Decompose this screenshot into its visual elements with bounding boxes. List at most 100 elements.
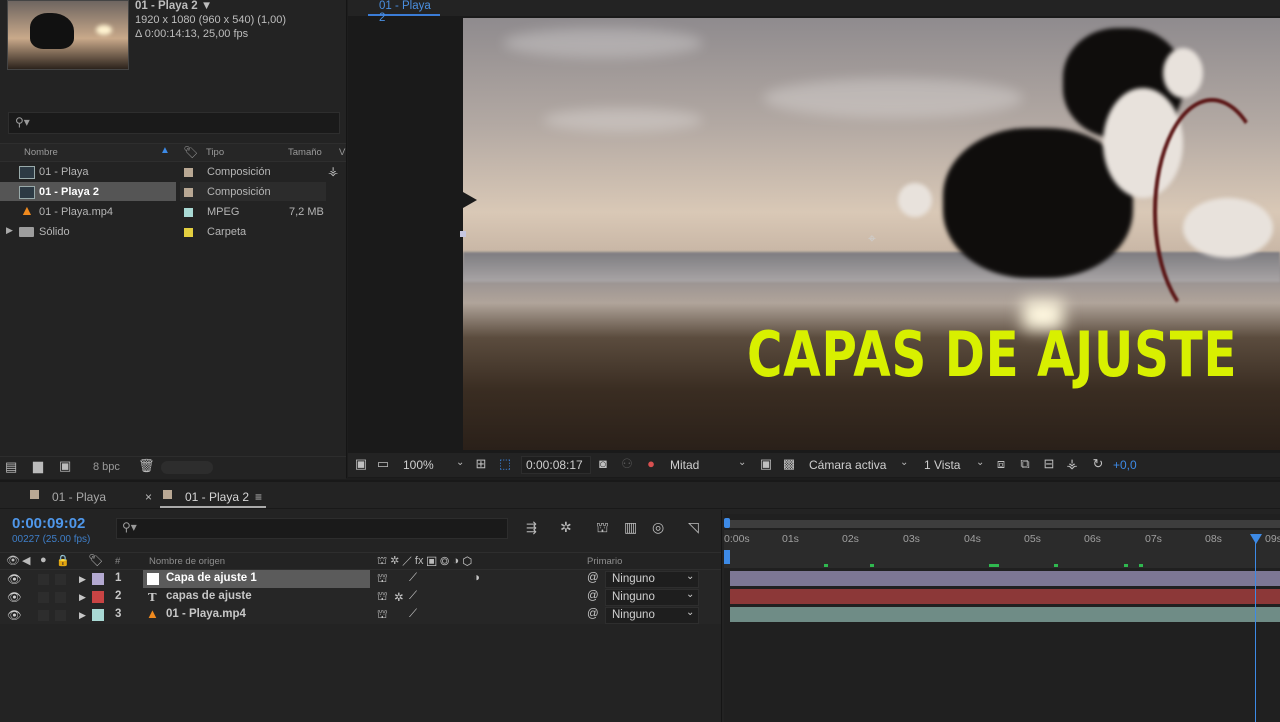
project-item-row[interactable]: ▶ Sólido Carpeta [0,222,346,242]
region-of-interest-icon[interactable]: ▣ [759,457,773,471]
shy-switch-icon[interactable]: ⛫ [377,608,388,623]
solo-toggle[interactable] [38,610,49,621]
layer-label-swatch[interactable] [92,591,104,603]
audio-speaker-icon[interactable]: ◀ [22,554,30,567]
label-swatch[interactable] [184,208,193,217]
layer-row[interactable]: 👁 ▶ 1 Capa de ajuste 1 ⛫ ⟋ ◑ @ Ninguno ⌄ [0,570,722,588]
expand-triangle-icon[interactable]: ▶ [79,592,86,603]
toggle-pixel-aspect-icon[interactable]: ⧈ [994,457,1008,471]
current-time-field[interactable]: 0:00:08:17 [521,456,591,474]
column-extra[interactable]: V [339,147,345,158]
bit-depth-label[interactable]: 8 bpc [93,461,120,473]
layer-label-swatch[interactable] [92,573,104,585]
comp-mini-flowchart-icon[interactable]: ⇶ [526,520,537,536]
layer-label-swatch[interactable] [92,609,104,621]
new-composition-icon[interactable]: ▣ [59,458,71,474]
layer-row[interactable]: 👁 ▶ 3 ▲ 01 - Playa.mp4 ⛫ ⟋ @ Ninguno ⌄ [0,606,722,624]
trash-icon[interactable]: 🗑 [138,458,155,474]
tab-comp-playa[interactable]: 01 - Playa [52,490,106,504]
show-snapshot-icon[interactable]: ⚇ [620,457,634,471]
flowchart-icon[interactable]: ⚶ [328,164,338,178]
layer-name[interactable]: Capa de ajuste 1 [166,572,257,584]
layer-bar-text[interactable] [730,589,1280,604]
motion-blur-icon[interactable]: ◎ [652,519,664,536]
label-tag-icon[interactable]: 🏷 [88,553,103,567]
thumbnail-slider[interactable] [161,461,213,474]
label-tag-icon[interactable]: 🏷 [183,145,198,159]
toggle-transparency-icon[interactable]: ▩ [782,457,796,471]
fast-previews-icon[interactable]: ⧉ [1018,457,1032,471]
comp-name-label[interactable]: 01 - Playa 2 ▼ [135,0,212,12]
close-tab-icon[interactable]: × [145,490,152,504]
shy-layers-icon[interactable]: ⛫ [596,519,609,538]
project-item-row[interactable]: 01 - Playa Composición ⚶ [0,162,346,182]
draft-3d-icon[interactable]: ✲ [560,519,572,536]
in-point-marker[interactable] [724,550,730,564]
always-preview-icon[interactable]: ▣ [354,457,368,471]
video-eye-icon[interactable]: 👁 [6,554,20,567]
layer-search-input[interactable]: ⚲▾ [116,518,508,539]
layer-bar-adjustment[interactable] [730,571,1280,586]
parent-select[interactable]: Ninguno ⌄ [605,571,699,588]
new-folder-icon[interactable]: ▆ [33,458,43,474]
label-swatch[interactable] [184,168,193,177]
exposure-value[interactable]: +0,0 [1113,458,1137,472]
reset-exposure-icon[interactable]: ↻ [1091,457,1105,471]
adjustment-layer-title-text[interactable]: CAPAS DE AJUSTE [747,318,1237,391]
monitor-icon[interactable]: ▭ [376,457,390,471]
video-eye-icon[interactable]: 👁 [7,608,22,622]
project-item-row[interactable]: ▲ 01 - Playa.mp4 MPEG 7,2 MB [0,202,346,222]
shy-switch-icon[interactable]: ⛫ [377,572,388,587]
video-eye-icon[interactable]: 👁 [7,572,22,586]
expand-triangle-icon[interactable]: ▶ [6,225,13,236]
current-time-display[interactable]: 0:00:09:02 [12,515,85,532]
pick-whip-icon[interactable]: @ [587,572,599,584]
column-name[interactable]: Nombre [24,147,58,158]
expand-triangle-icon[interactable]: ▶ [79,574,86,585]
interpret-footage-icon[interactable]: ▤ [5,459,17,475]
playhead-handle[interactable] [1250,534,1262,544]
camera-dropdown[interactable]: Cámara activa ⌄ [804,457,912,473]
label-swatch[interactable] [184,188,193,197]
solo-dot-icon[interactable]: ● [40,554,47,566]
timeline-divider[interactable] [721,510,722,722]
tab-composition[interactable]: 01 - Playa 2 [368,0,440,24]
work-area-bar[interactable] [727,520,1280,528]
lock-icon[interactable]: 🔒 [56,554,70,567]
shy-switch-icon[interactable]: ⛫ [377,590,388,605]
column-source-name[interactable]: Nombre de origen [149,556,225,567]
work-area-start-handle[interactable] [724,518,730,528]
layer-bar-video[interactable] [730,607,1280,622]
switches-icons[interactable]: ⛫ ✲ ⟋ fx ▣ ◎ ◑ ⬡ [377,554,472,569]
column-number[interactable]: # [115,556,120,567]
column-type[interactable]: Tipo [206,147,224,158]
column-size[interactable]: Tamaño [288,147,322,158]
expand-triangle-icon[interactable]: ▶ [79,610,86,621]
project-item-row-selected[interactable]: 01 - Playa 2 Composición [0,182,346,202]
zoom-dropdown[interactable]: 100% ⌄ [398,457,468,473]
parent-select[interactable]: Ninguno ⌄ [605,589,699,606]
quality-switch-icon[interactable]: ⟋ [409,608,417,621]
sort-ascending-icon[interactable]: ▲ [160,145,170,156]
frame-blending-icon[interactable]: ▥ [624,519,637,536]
layer-name[interactable]: 01 - Playa.mp4 [166,608,246,620]
project-search-input[interactable]: ⚲▾ [8,112,340,134]
anchor-point-icon[interactable]: ⌖ [863,230,881,248]
color-channels-icon[interactable]: ● [644,457,658,471]
lock-toggle[interactable] [55,574,66,585]
snapshot-camera-icon[interactable]: ◙ [596,457,610,471]
time-ruler[interactable]: 0:00s 01s 02s 03s 04s 05s 06s 07s 08s 09… [724,530,1280,550]
transparency-grid-icon[interactable]: ⬚ [498,457,512,471]
collapse-switch-icon[interactable]: ✲ [394,590,404,604]
parent-select[interactable]: Ninguno ⌄ [605,607,699,624]
lock-toggle[interactable] [55,592,66,603]
lock-toggle[interactable] [55,610,66,621]
layer-name[interactable]: capas de ajuste [166,590,252,602]
timeline-icon[interactable]: ⊟ [1042,457,1056,471]
layer-row[interactable]: 👁 ▶ 2 T capas de ajuste ⛫ ✲ ⟋ @ Ninguno … [0,588,722,606]
pick-whip-icon[interactable]: @ [587,608,599,620]
quality-switch-icon[interactable]: ⟋ [409,590,417,603]
panel-menu-icon[interactable]: ≡ [255,490,262,504]
adjustment-switch-icon[interactable]: ◑ [473,572,480,584]
label-swatch[interactable] [184,228,193,237]
